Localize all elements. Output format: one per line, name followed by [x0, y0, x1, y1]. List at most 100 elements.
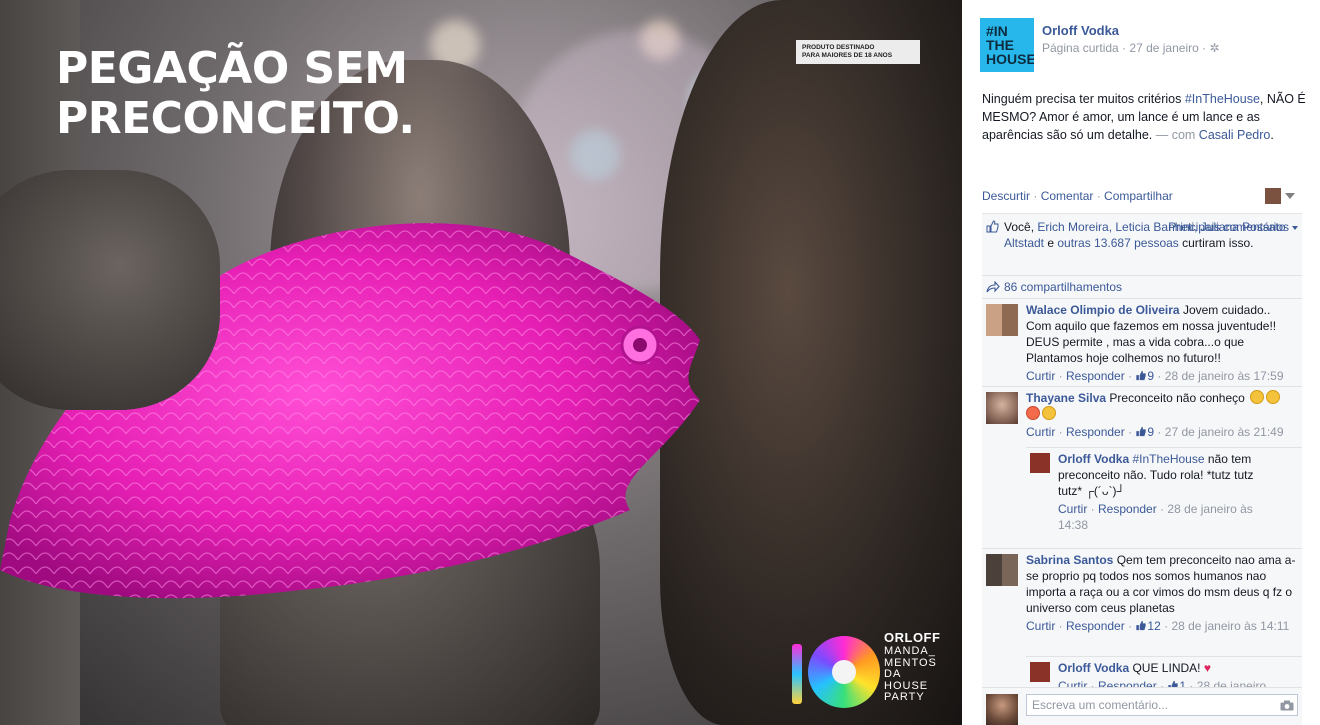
likes-and: e — [1044, 236, 1058, 250]
comment-item: Sabrina Santos Qem tem preconceito nao a… — [982, 548, 1302, 656]
likes-suffix: curtiram isso. — [1178, 236, 1254, 250]
campaign-logo: ORLOFF MANDA_ MENTOS DA HOUSE PARTY — [784, 630, 954, 714]
reply-body: Orloff Vodka #InTheHouse não tem preconc… — [1058, 451, 1270, 533]
share-arrow-icon — [986, 281, 1000, 293]
tagged-person-link[interactable]: Casali Pedro — [1199, 128, 1271, 142]
comment-reply-link[interactable]: Responder — [1066, 425, 1125, 439]
comment-like-link[interactable]: Curtir — [1026, 425, 1055, 439]
reply-hashtag-link[interactable]: #InTheHouse — [1132, 452, 1204, 466]
current-user-avatar — [986, 694, 1018, 725]
comment-text: Preconceito não conheço — [1109, 391, 1245, 405]
comment-like-count[interactable]: 9 — [1135, 369, 1154, 383]
comment-body: Thayane Silva Preconceito não conheço Cu… — [1026, 390, 1298, 440]
reply-meta: Curtir · Responder · 28 de janeiro às 14… — [1058, 502, 1253, 532]
privacy-gear-icon[interactable]: ✲ — [1209, 41, 1219, 55]
tagline-line: MANDA_ — [884, 645, 936, 657]
share-link[interactable]: Compartilhar — [1104, 189, 1173, 203]
action-separator: · — [1030, 189, 1041, 203]
post-photo[interactable]: PEGAÇÃO SEM PRECONCEITO. PRODUTO DESTINA… — [0, 0, 962, 725]
comment-body: Walace Olimpio de Oliveira Jovem cuidado… — [1026, 302, 1298, 384]
post-actions: Descurtir · Comentar · Compartilhar — [982, 189, 1173, 203]
post-sidebar: #IN THE HOUSE Orloff Vodka Página curtid… — [962, 0, 1320, 725]
neutral-emoji-icon — [1266, 390, 1281, 404]
comment-like-count[interactable]: 9 — [1135, 425, 1154, 439]
comment-like-link[interactable]: Curtir — [1026, 619, 1055, 633]
post-date-link[interactable]: 27 de janeiro — [1129, 41, 1198, 55]
comment-author-link[interactable]: Walace Olimpio de Oliveira — [1026, 303, 1180, 317]
comment-like-link[interactable]: Curtir — [1026, 369, 1055, 383]
reply-text: QUE LINDA! — [1132, 661, 1201, 675]
campaign-tagline: MANDA_ MENTOS DA HOUSE PARTY — [884, 645, 937, 704]
headline-line: PRECONCEITO. — [56, 93, 415, 144]
comment-item: Walace Olimpio de Oliveira Jovem cuidado… — [982, 298, 1302, 386]
comment-meta: Curtir · Responder · 9 · 28 de janeiro à… — [1026, 369, 1284, 383]
other-likers-link[interactable]: outras 13.687 pessoas — [1057, 236, 1178, 250]
commenter-avatar[interactable] — [986, 392, 1018, 424]
comment-body: Sabrina Santos Qem tem preconceito nao a… — [1026, 552, 1298, 634]
thumbs-up-icon — [1136, 620, 1147, 631]
post-text-part: Ninguém precisa ter muitos critérios — [982, 92, 1185, 106]
thumbs-up-icon — [986, 220, 999, 233]
headline-line: PEGAÇÃO SEM — [56, 43, 408, 94]
avatar-text: #IN — [986, 23, 1008, 39]
comment-input[interactable]: Escreva um comentário... — [1026, 694, 1298, 716]
chevron-down-icon — [1285, 193, 1295, 199]
comment-timestamp[interactable]: 27 de janeiro às 21:49 — [1165, 425, 1284, 439]
commenter-avatar[interactable] — [986, 304, 1018, 336]
with-label: — com — [1152, 128, 1199, 142]
comment-reply-link[interactable]: Responder — [1066, 369, 1125, 383]
reply-like-link[interactable]: Curtir — [1058, 502, 1087, 516]
page-avatar[interactable]: #IN THE HOUSE — [980, 18, 1034, 72]
identity-selector[interactable] — [1265, 187, 1295, 205]
feedback-section: Você, Erich Moreira, Leticia Banheti, Ju… — [982, 213, 1302, 725]
like-count-value: 9 — [1147, 369, 1155, 383]
comment-link[interactable]: Comentar — [1041, 189, 1094, 203]
comment-composer: Escreva um comentário... — [982, 687, 1302, 725]
comment-author-link[interactable]: Sabrina Santos — [1026, 553, 1113, 567]
camera-icon[interactable] — [1280, 700, 1294, 711]
thumbs-up-icon — [1136, 370, 1147, 381]
commenter-avatar[interactable] — [986, 554, 1018, 586]
shares-link[interactable]: 86 compartilhamentos — [982, 275, 1302, 297]
comment-like-count[interactable]: 12 — [1135, 619, 1161, 633]
likes-you: Você, — [1004, 220, 1038, 234]
page-name-link[interactable]: Orloff Vodka — [1042, 23, 1119, 38]
comment-meta: Curtir · Responder · 9 · 27 de janeiro à… — [1026, 425, 1284, 439]
post-message: Ninguém precisa ter muitos critérios #In… — [982, 90, 1306, 144]
angry-emoji-icon — [1026, 406, 1040, 420]
reply-author-avatar[interactable] — [1030, 662, 1050, 682]
hashtag-link[interactable]: #InTheHouse — [1185, 92, 1260, 106]
tagline-line: PARTY — [884, 691, 925, 703]
reply-author-link[interactable]: Orloff Vodka — [1058, 452, 1129, 466]
comment-sort-dropdown[interactable]: Principais comentários — [1168, 220, 1298, 234]
avatar-text: THE — [986, 37, 1014, 53]
thumbs-up-icon — [1136, 426, 1147, 437]
comment-meta: Curtir · Responder · 12 · 28 de janeiro … — [1026, 619, 1290, 633]
action-separator: · — [1093, 189, 1105, 203]
reply-reply-link[interactable]: Responder — [1098, 502, 1157, 516]
reply-item: Orloff Vodka #InTheHouse não tem preconc… — [1026, 447, 1302, 537]
hand-holding-fish-left — [0, 170, 220, 410]
comment-reply-link[interactable]: Responder — [1066, 619, 1125, 633]
identity-avatar — [1265, 188, 1281, 204]
age-badge-line: PARA MAIORES DE 18 ANOS — [802, 52, 893, 59]
number-one-graphic — [784, 644, 810, 704]
comment-author-link[interactable]: Thayane Silva — [1026, 391, 1106, 405]
like-count-value: 12 — [1147, 619, 1161, 633]
zero-burst-graphic — [808, 636, 880, 708]
age-restriction-badge: PRODUTO DESTINADO PARA MAIORES DE 18 ANO… — [796, 40, 920, 64]
orloff-logo: ORLOFF — [884, 630, 941, 645]
shares-count: 86 compartilhamentos — [1004, 280, 1123, 294]
like-count-value: 9 — [1147, 425, 1155, 439]
reply-author-link[interactable]: Orloff Vodka — [1058, 661, 1129, 675]
comment-item: Thayane Silva Preconceito não conheço Cu… — [982, 386, 1302, 446]
reply-author-avatar[interactable] — [1030, 453, 1050, 473]
page-liked-label: Página curtida — [1042, 41, 1119, 55]
heart-emoji-icon: ♥ — [1203, 661, 1211, 675]
wink-emoji-icon — [1042, 406, 1056, 420]
comment-timestamp[interactable]: 28 de janeiro às 14:11 — [1171, 619, 1289, 633]
laughing-emoji-icon — [1250, 390, 1265, 404]
comment-timestamp[interactable]: 28 de janeiro às 17:59 — [1165, 369, 1284, 383]
unlike-link[interactable]: Descurtir — [982, 189, 1030, 203]
age-badge-line: PRODUTO DESTINADO — [802, 44, 875, 51]
